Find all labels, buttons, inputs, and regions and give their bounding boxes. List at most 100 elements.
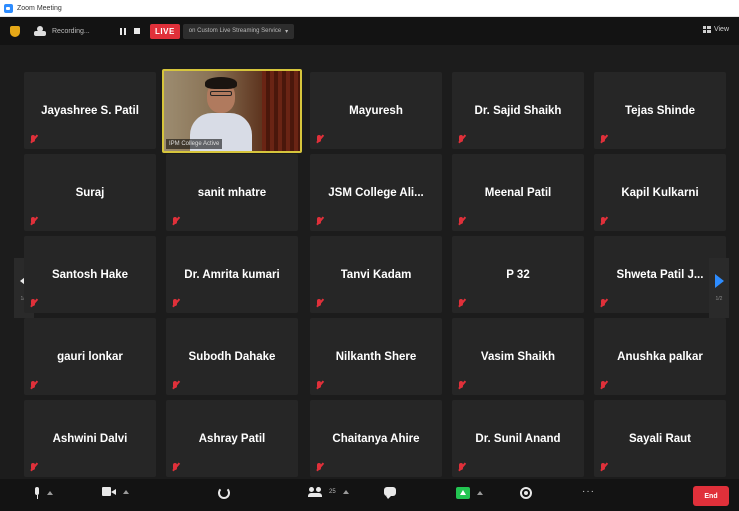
meeting-info-shield-icon[interactable]	[10, 25, 20, 37]
participant-tile[interactable]: P 32	[452, 236, 584, 313]
muted-mic-icon	[599, 217, 607, 226]
chevron-down-icon: ▾	[285, 28, 289, 35]
speaker-hair	[205, 77, 237, 89]
muted-mic-icon	[599, 463, 607, 472]
camera-icon	[102, 487, 116, 496]
view-label: View	[713, 26, 729, 33]
window-title-bar: Zoom Meeting	[0, 0, 739, 17]
participant-name: Ashwini Dalvi	[52, 432, 128, 445]
muted-mic-icon	[457, 381, 465, 390]
participant-name: sanit mhatre	[197, 186, 267, 199]
participant-tile[interactable]: Jayashree S. Patil	[24, 72, 156, 149]
muted-mic-icon	[315, 135, 323, 144]
meeting-status-bar: Recording... LIVE on Custom Live Streami…	[0, 17, 739, 45]
mute-button[interactable]	[34, 487, 53, 499]
muted-mic-icon	[599, 299, 607, 308]
participant-tile[interactable]: Santosh Hake	[24, 236, 156, 313]
more-button[interactable]: ···	[582, 487, 595, 497]
muted-mic-icon	[171, 381, 179, 390]
pause-recording-icon[interactable]	[120, 27, 127, 35]
participant-tile[interactable]: Mayuresh	[310, 72, 442, 149]
participant-name: Sayali Raut	[629, 432, 691, 445]
participant-tile[interactable]: gauri lonkar	[24, 318, 156, 395]
participant-name: JSM College Ali...	[328, 186, 424, 199]
muted-mic-icon	[171, 217, 179, 226]
live-stream-service-label: on Custom Live Streaming Service	[188, 28, 282, 34]
meeting-toolbar: 25 ··· End	[0, 479, 739, 511]
participant-name: Shweta Patil J...	[616, 268, 704, 281]
arrow-right-icon	[714, 274, 724, 288]
participant-tile[interactable]: Suraj	[24, 154, 156, 231]
participant-tile[interactable]: Ashray Patil	[166, 400, 298, 477]
video-background-curtain	[262, 71, 300, 151]
speaker-glasses	[210, 91, 232, 96]
participant-gallery: Jayashree S. Patil IPM College Active Ma…	[24, 69, 728, 477]
participant-name: Ashray Patil	[198, 432, 266, 445]
stop-recording-icon[interactable]	[134, 28, 140, 34]
participant-tile[interactable]: sanit mhatre	[166, 154, 298, 231]
participant-tile[interactable]: Kapil Kulkarni	[594, 154, 726, 231]
muted-mic-icon	[29, 217, 37, 226]
participant-tile[interactable]: Subodh Dahake	[166, 318, 298, 395]
muted-mic-icon	[457, 135, 465, 144]
participant-name: Anushka palkar	[617, 350, 703, 363]
participant-name: Dr. Sunil Anand	[475, 432, 561, 445]
muted-mic-icon	[171, 463, 179, 472]
participant-tile[interactable]: Nilkanth Shere	[310, 318, 442, 395]
more-icon: ···	[582, 486, 595, 497]
muted-mic-icon	[457, 299, 465, 308]
participant-name: Tejas Shinde	[624, 104, 696, 117]
cloud-recording-icon	[34, 26, 46, 36]
active-speaker-video-tile[interactable]: IPM College Active	[162, 69, 302, 153]
participant-name: Tanvi Kadam	[340, 268, 412, 281]
participants-options-caret-icon[interactable]	[342, 490, 349, 494]
participant-tile[interactable]: JSM College Ali...	[310, 154, 442, 231]
participant-tile[interactable]: Tejas Shinde	[594, 72, 726, 149]
participant-tile[interactable]: Dr. Sajid Shaikh	[452, 72, 584, 149]
participant-name: Dr. Sajid Shaikh	[474, 104, 562, 117]
security-button[interactable]	[218, 487, 230, 499]
view-button[interactable]: View	[702, 26, 729, 33]
end-meeting-button[interactable]: End	[693, 486, 729, 506]
muted-mic-icon	[315, 299, 323, 308]
window-title: Zoom Meeting	[17, 4, 62, 12]
muted-mic-icon	[29, 381, 37, 390]
muted-mic-icon	[599, 135, 607, 144]
participants-icon	[308, 487, 322, 497]
share-screen-button[interactable]	[456, 487, 483, 499]
live-stream-service-dropdown[interactable]: on Custom Live Streaming Service ▾	[182, 23, 295, 39]
participant-name: Vasim Shaikh	[480, 350, 556, 363]
gallery-grid-icon	[702, 26, 711, 33]
participants-button[interactable]: 25	[308, 487, 349, 497]
participant-name: Nilkanth Shere	[335, 350, 417, 363]
video-button[interactable]	[102, 487, 129, 496]
participant-tile[interactable]: Anushka palkar	[594, 318, 726, 395]
participant-tile[interactable]: Meenal Patil	[452, 154, 584, 231]
participant-tile[interactable]: Dr. Sunil Anand	[452, 400, 584, 477]
participant-tile[interactable]: Tanvi Kadam	[310, 236, 442, 313]
participant-tile[interactable]: Vasim Shaikh	[452, 318, 584, 395]
participant-tile[interactable]: Ashwini Dalvi	[24, 400, 156, 477]
audio-options-caret-icon[interactable]	[47, 491, 53, 495]
participant-tile[interactable]: Shweta Patil J...	[594, 236, 726, 313]
participant-tile[interactable]: Dr. Amrita kumari	[166, 236, 298, 313]
next-page-button[interactable]: 1/2	[709, 258, 729, 318]
participant-count: 25	[329, 489, 336, 495]
share-screen-icon	[456, 487, 470, 499]
participant-tile[interactable]: Sayali Raut	[594, 400, 726, 477]
live-badge[interactable]: LIVE	[150, 23, 180, 39]
mic-icon	[34, 487, 40, 499]
record-button[interactable]	[520, 487, 532, 499]
muted-mic-icon	[599, 381, 607, 390]
video-options-caret-icon[interactable]	[123, 489, 129, 494]
zoom-app-icon	[4, 3, 13, 13]
right-page-indicator: 1/2	[715, 296, 723, 302]
share-options-caret-icon[interactable]	[477, 491, 483, 495]
muted-mic-icon	[457, 217, 465, 226]
muted-mic-icon	[29, 463, 37, 472]
video-participant-name: IPM College Active	[166, 139, 223, 149]
muted-mic-icon	[315, 217, 323, 226]
participant-tile[interactable]: Chaitanya Ahire	[310, 400, 442, 477]
chat-button[interactable]	[384, 487, 396, 499]
participant-name: gauri lonkar	[57, 350, 123, 363]
